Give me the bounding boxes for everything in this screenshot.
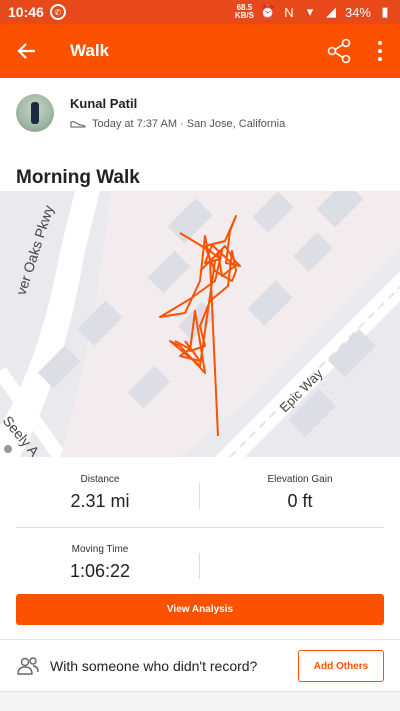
stat-value: 0 ft bbox=[287, 491, 313, 511]
activity-stats: Distance 2.31 mi Elevation Gain 0 ft Mov… bbox=[0, 457, 400, 597]
share-icon bbox=[327, 38, 351, 64]
divider bbox=[199, 553, 200, 579]
stat-moving-time: Moving Time 1:06:22 bbox=[0, 527, 200, 597]
stat-value: 1:06:22 bbox=[69, 561, 131, 581]
stat-value: 2.31 mi bbox=[70, 491, 130, 511]
activity-meta: Today at 7:37 AM · San Jose, California bbox=[70, 118, 285, 130]
more-dot-icon bbox=[378, 41, 382, 45]
speed-unit: KB/S bbox=[234, 11, 254, 20]
status-bar: 10:46 ✆ 68.5 KB/S ⏰ N ▾ ◢ 34% ▮ bbox=[0, 0, 400, 24]
status-icons: 68.5 KB/S ⏰ N ▾ ◢ 34% ▮ bbox=[235, 0, 392, 24]
back-arrow-icon bbox=[17, 43, 35, 59]
stat-label: Moving Time bbox=[71, 544, 129, 555]
route-map[interactable]: ver Oaks Pkwy Epic Way Seely A bbox=[0, 191, 400, 457]
battery-icon: ▮ bbox=[381, 4, 389, 19]
athlete-info: Kunal Patil Today at 7:37 AM · San Jose,… bbox=[70, 96, 285, 138]
add-others-button[interactable]: Add Others bbox=[298, 650, 384, 682]
stat-distance: Distance 2.31 mi bbox=[0, 457, 200, 527]
stat-row: Moving Time 1:06:22 bbox=[0, 527, 400, 597]
map-canvas: ver Oaks Pkwy Epic Way Seely A bbox=[0, 191, 400, 457]
wifi-icon: ▾ bbox=[306, 4, 314, 19]
map-info-icon[interactable] bbox=[4, 445, 12, 453]
back-button[interactable] bbox=[0, 24, 54, 78]
people-icon bbox=[17, 656, 39, 675]
stat-label: Distance bbox=[80, 474, 120, 485]
athlete-header: Kunal Patil Today at 7:37 AM · San Jose,… bbox=[0, 78, 400, 138]
avatar[interactable] bbox=[16, 94, 54, 132]
status-time: 10:46 bbox=[8, 4, 44, 20]
athlete-name[interactable]: Kunal Patil bbox=[70, 96, 285, 111]
page-title: Walk bbox=[70, 41, 110, 60]
divider bbox=[199, 483, 200, 509]
more-options-button[interactable] bbox=[370, 37, 390, 65]
app-bar: Walk bbox=[0, 24, 400, 78]
stat-empty bbox=[200, 527, 400, 597]
add-others-section: With someone who didn't record? Add Othe… bbox=[0, 639, 400, 691]
share-button[interactable] bbox=[326, 37, 354, 65]
activity-title: Morning Walk bbox=[16, 167, 140, 188]
battery-level: 34% bbox=[344, 4, 371, 20]
stat-label: Elevation Gain bbox=[267, 474, 333, 485]
view-analysis-button[interactable]: View Analysis bbox=[16, 594, 384, 625]
more-dot-icon bbox=[378, 49, 382, 53]
more-dot-icon bbox=[378, 57, 382, 61]
shoe-icon bbox=[70, 121, 86, 128]
whatsapp-icon: ✆ bbox=[49, 4, 66, 20]
bottom-toolbar bbox=[0, 691, 400, 711]
activity-date-location: Today at 7:37 AM · San Jose, California bbox=[92, 118, 286, 130]
stat-elevation: Elevation Gain 0 ft bbox=[200, 457, 400, 527]
alarm-icon: ⏰ bbox=[259, 4, 277, 19]
stat-row: Distance 2.31 mi Elevation Gain 0 ft bbox=[0, 457, 400, 527]
add-others-prompt: With someone who didn't record? bbox=[50, 657, 258, 674]
signal-icon: ◢ bbox=[325, 4, 336, 19]
network-speed: 68.5 KB/S bbox=[235, 4, 254, 20]
nfc-icon: N bbox=[284, 4, 294, 20]
